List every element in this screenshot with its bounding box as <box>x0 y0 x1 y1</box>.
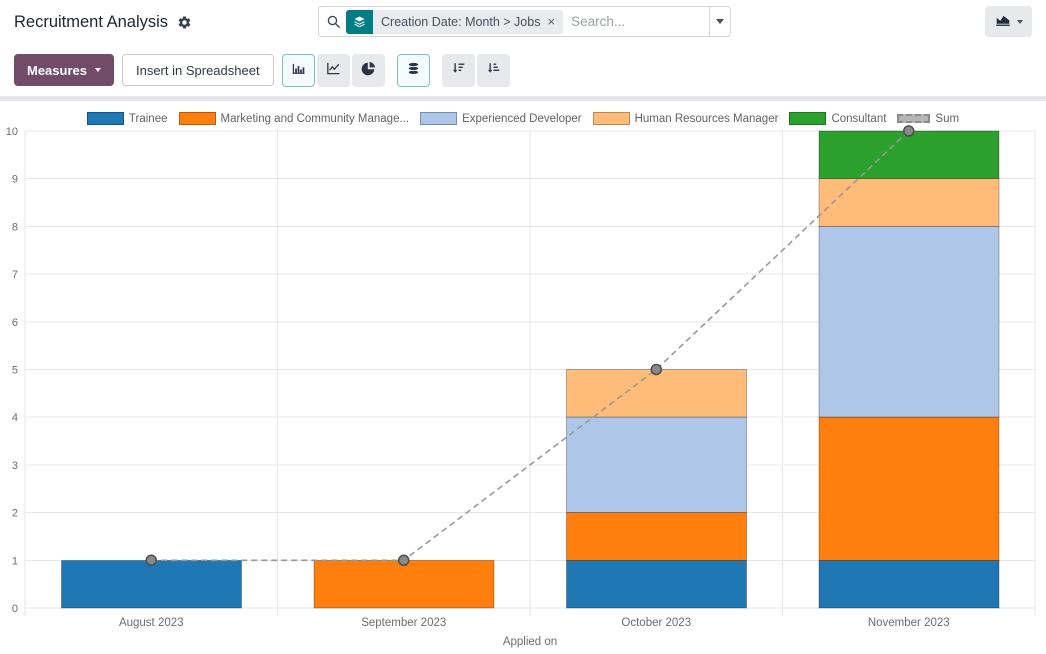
legend-label: Trainee <box>129 113 168 125</box>
bar-segment[interactable] <box>819 131 999 179</box>
y-tick-label: 9 <box>12 174 18 186</box>
breadcrumb: Recruitment Analysis <box>14 13 192 32</box>
search-bar[interactable]: Creation Date: Month > Jobs × <box>318 6 731 37</box>
stack-group <box>397 54 430 87</box>
bar-segment[interactable] <box>566 513 746 561</box>
measures-button[interactable]: Measures <box>14 54 114 86</box>
area-chart-icon <box>994 11 1012 32</box>
x-tick-label: August 2023 <box>119 617 184 629</box>
x-tick-label: November 2023 <box>868 617 950 629</box>
y-tick-label: 2 <box>12 508 18 520</box>
sort-desc-icon <box>450 60 467 80</box>
pie-chart-button[interactable] <box>352 54 385 87</box>
sum-point[interactable] <box>146 555 156 565</box>
top-bar: Recruitment Analysis Creation Date: Mont… <box>0 0 1046 44</box>
legend-swatch <box>593 112 630 125</box>
legend-label: Experienced Developer <box>462 113 582 125</box>
settings-gear-icon[interactable] <box>177 15 192 30</box>
bar-segment[interactable] <box>566 417 746 512</box>
y-tick-label: 1 <box>12 555 18 567</box>
bar-segment[interactable] <box>819 226 999 417</box>
bar-segment[interactable] <box>819 417 999 560</box>
sort-asc-icon <box>485 60 502 80</box>
bar-chart-icon <box>290 60 307 80</box>
bar-segment[interactable] <box>314 560 494 608</box>
search-facet[interactable]: Creation Date: Month > Jobs × <box>346 10 563 34</box>
bar-segment[interactable] <box>819 560 999 608</box>
control-toolbar: Measures Insert in Spreadsheet <box>0 44 1046 96</box>
bar-chart-button[interactable] <box>282 54 315 87</box>
chevron-down-icon <box>1017 20 1023 24</box>
graph-view: Trainee Marketing and Community Manage..… <box>0 101 1046 654</box>
legend-label: Consultant <box>831 113 886 125</box>
y-tick-label: 3 <box>12 460 18 472</box>
y-tick-label: 7 <box>12 269 18 281</box>
bar-segment[interactable] <box>61 560 241 608</box>
legend-item[interactable]: Human Resources Manager <box>593 112 779 125</box>
page-title: Recruitment Analysis <box>14 13 168 32</box>
legend-item[interactable]: Trainee <box>87 112 168 125</box>
line-chart-icon <box>325 60 342 80</box>
facet-remove-icon[interactable]: × <box>547 15 555 28</box>
graph-view-switcher-button[interactable] <box>985 6 1032 37</box>
y-tick-label: 6 <box>12 317 18 329</box>
chart-canvas: 0 1 2 3 4 5 6 7 8 9 10 August 2023 September 2023 Oct… <box>0 121 1046 654</box>
chevron-down-icon <box>95 68 101 72</box>
legend-item[interactable]: Consultant <box>789 112 886 125</box>
legend-label: Marketing and Community Manage... <box>221 113 410 125</box>
app-root: Recruitment Analysis Creation Date: Mont… <box>0 0 1046 654</box>
y-tick-label: 4 <box>12 412 18 424</box>
groupby-layers-icon <box>346 10 373 34</box>
legend-item[interactable]: Marketing and Community Manage... <box>179 112 410 125</box>
search-icon <box>326 14 341 29</box>
stacked-button[interactable] <box>397 54 430 87</box>
search-dropdown-toggle[interactable] <box>709 7 730 36</box>
legend-item[interactable]: Experienced Developer <box>420 112 582 125</box>
x-tick-label: September 2023 <box>361 617 446 629</box>
facet-label: Creation Date: Month > Jobs <box>381 15 540 29</box>
bar-segment[interactable] <box>819 179 999 227</box>
sort-ascending-button[interactable] <box>477 54 510 87</box>
legend-swatch <box>897 114 930 123</box>
x-axis-title: Applied on <box>503 636 557 648</box>
legend-item[interactable]: Sum <box>897 113 959 125</box>
bar-segment[interactable] <box>566 370 746 418</box>
x-tick-label: October 2023 <box>621 617 691 629</box>
legend-label: Sum <box>935 113 959 125</box>
facet-body: Creation Date: Month > Jobs × <box>373 10 563 34</box>
sum-point[interactable] <box>651 365 661 375</box>
sum-point[interactable] <box>904 126 914 136</box>
sort-descending-button[interactable] <box>442 54 475 87</box>
chart-type-group <box>282 54 385 87</box>
bar-segment[interactable] <box>566 560 746 608</box>
legend-swatch <box>420 112 457 125</box>
y-tick-label: 0 <box>12 603 18 615</box>
line-chart-button[interactable] <box>317 54 350 87</box>
measures-label: Measures <box>27 63 87 78</box>
y-tick-label: 8 <box>12 221 18 233</box>
legend-swatch <box>789 112 826 125</box>
y-tick-label: 10 <box>6 126 18 138</box>
y-tick-label: 5 <box>12 365 18 377</box>
search-input[interactable] <box>563 14 708 29</box>
legend-swatch <box>87 112 124 125</box>
pie-chart-icon <box>360 60 377 80</box>
sort-group <box>442 54 510 87</box>
insert-in-spreadsheet-button[interactable]: Insert in Spreadsheet <box>122 54 274 86</box>
sum-point[interactable] <box>399 555 409 565</box>
legend-label: Human Resources Manager <box>635 113 779 125</box>
stacked-icon <box>405 60 422 80</box>
legend-swatch <box>179 112 216 125</box>
